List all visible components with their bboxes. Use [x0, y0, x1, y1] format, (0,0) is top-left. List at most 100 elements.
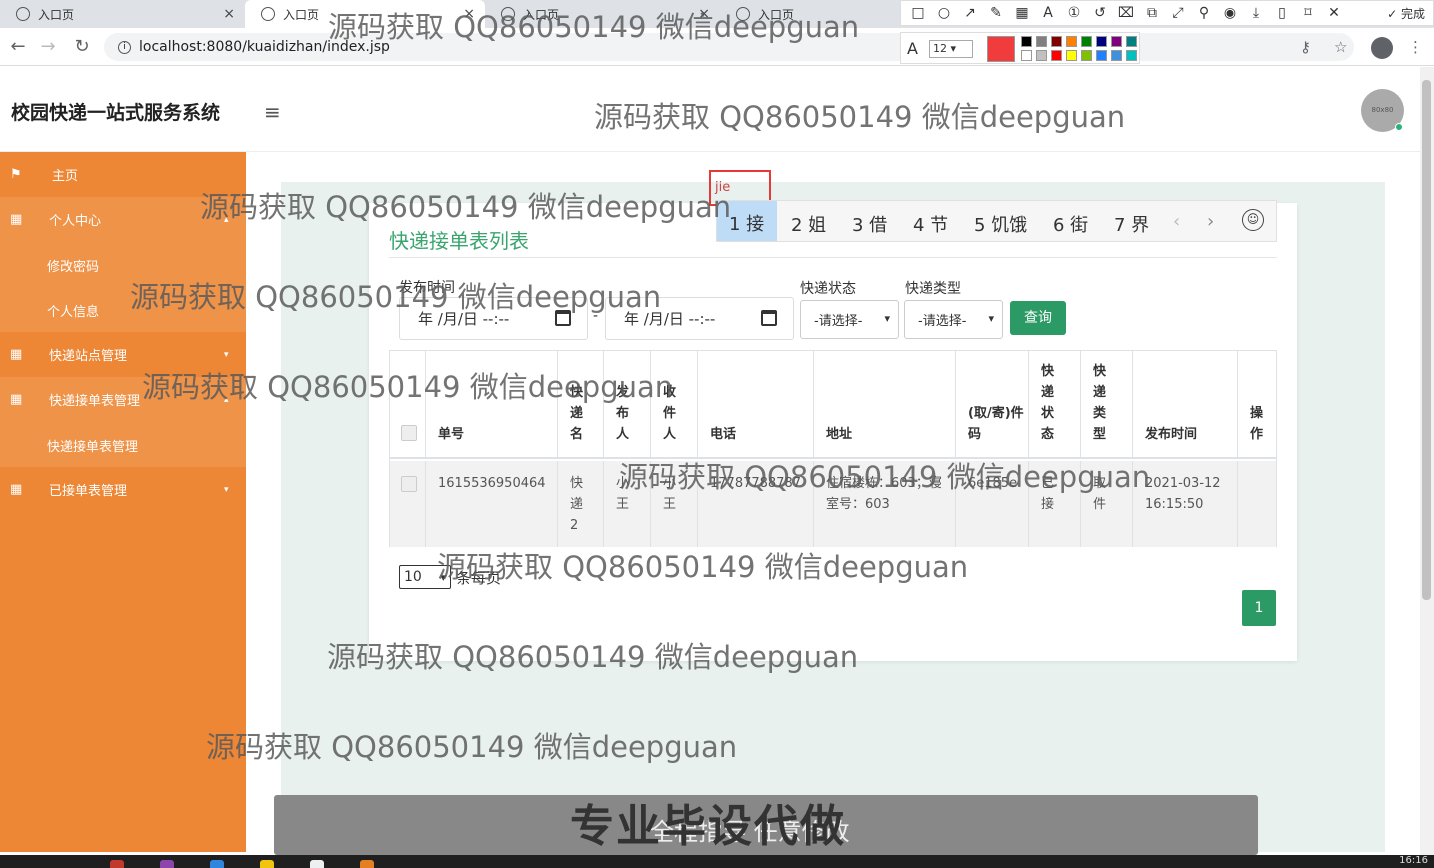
ime-candidate[interactable]: 3 借	[852, 211, 887, 237]
color-swatch[interactable]	[1096, 50, 1107, 61]
rectangle-icon[interactable]: □	[909, 5, 927, 21]
chevron-right-icon[interactable]: ›	[1207, 211, 1214, 232]
bookmark-icon[interactable]: ⌑	[1299, 5, 1317, 21]
crop-icon[interactable]: ⌧	[1117, 5, 1135, 21]
table-cell: 取件	[1081, 461, 1133, 547]
end-date-input[interactable]: 年 /月/日 --:--	[605, 297, 794, 340]
mosaic-icon[interactable]: ▦	[1013, 5, 1031, 21]
sidebar-subitem-personal-info[interactable]: 个人信息	[0, 287, 246, 332]
browser-tab[interactable]: 入口页 ×	[485, 0, 720, 28]
sidebar-item-home[interactable]: ⚑ 主页	[0, 152, 246, 197]
ime-candidate[interactable]: 7 界	[1114, 211, 1149, 237]
hamburger-icon[interactable]: ≡	[264, 100, 281, 124]
table-header: 单号	[426, 351, 558, 459]
app-icon[interactable]	[260, 860, 274, 868]
table-cell	[390, 461, 426, 547]
sidebar-item-station-management[interactable]: ▦ 快递站点管理 ▾	[0, 332, 246, 377]
expand-icon[interactable]: ⤢	[1169, 5, 1187, 21]
color-swatch[interactable]	[1111, 36, 1122, 47]
ime-candidate[interactable]: 4 节	[913, 211, 948, 237]
browser-tab[interactable]: 入口页 ×	[245, 0, 485, 28]
pin-icon[interactable]: ⚲	[1195, 5, 1213, 21]
phone-icon[interactable]: ▯	[1273, 5, 1291, 21]
app-icon[interactable]	[210, 860, 224, 868]
done-label: 完成	[1400, 7, 1425, 21]
start-date-input[interactable]: 年 /月/日 --:--	[399, 297, 588, 340]
calendar-icon[interactable]	[761, 310, 777, 326]
download-icon[interactable]: ⤓	[1247, 5, 1265, 21]
page-button[interactable]: 1	[1242, 590, 1276, 626]
color-swatch[interactable]	[1051, 50, 1062, 61]
calendar-icon[interactable]	[555, 310, 571, 326]
record-icon[interactable]: ◉	[1221, 5, 1239, 21]
more-icon[interactable]: ⋮	[1408, 38, 1423, 56]
status-select[interactable]: -请选择- ▾	[800, 300, 899, 339]
star-icon[interactable]: ☆	[1334, 38, 1347, 56]
color-swatch[interactable]	[1021, 36, 1032, 47]
info-icon[interactable]: i	[118, 40, 131, 54]
color-swatch[interactable]	[1021, 50, 1032, 61]
browser-tab[interactable]: 入口页 ×	[0, 0, 245, 28]
sidebar-subitem-order-list[interactable]: 快递接单表管理	[0, 422, 246, 467]
color-swatch[interactable]	[1066, 50, 1077, 61]
text-icon[interactable]: A	[1039, 5, 1057, 21]
ime-candidate[interactable]: 6 街	[1053, 211, 1088, 237]
query-button[interactable]: 查询	[1010, 301, 1066, 335]
color-swatch[interactable]	[1066, 36, 1077, 47]
app-icon[interactable]	[360, 860, 374, 868]
color-swatch[interactable]	[1111, 50, 1122, 61]
browser-tab[interactable]: 入口页	[720, 0, 900, 28]
reload-icon[interactable]: ↻	[70, 36, 94, 60]
back-icon[interactable]: ←	[6, 36, 30, 60]
sidebar-subitem-change-password[interactable]: 修改密码	[0, 242, 246, 287]
font-size-select[interactable]: 12 ▾	[929, 40, 973, 58]
done-button[interactable]: ✓ 完成	[1387, 5, 1425, 22]
undo-icon[interactable]: ↺	[1091, 5, 1109, 21]
type-select[interactable]: -请选择- ▾	[904, 300, 1003, 339]
annotation-palette: A 12 ▾	[900, 32, 1140, 64]
forward-icon[interactable]: →	[36, 36, 60, 60]
url-field[interactable]: i localhost:8080/kuaidizhan/index.jsp	[104, 33, 1354, 61]
color-swatch[interactable]	[1096, 36, 1107, 47]
sidebar-item-label: 个人信息	[47, 305, 100, 320]
close-icon[interactable]: ✕	[1325, 5, 1343, 21]
close-icon[interactable]: ×	[223, 6, 235, 22]
close-icon[interactable]: ×	[463, 6, 475, 22]
sidebar-item-order-management[interactable]: ▦ 快递接单表管理 ▴	[0, 377, 246, 422]
row-checkbox[interactable]	[401, 476, 417, 492]
close-icon[interactable]: ×	[698, 6, 710, 22]
emoji-icon[interactable]: ☺	[1242, 209, 1264, 231]
number-icon[interactable]: ①	[1065, 5, 1083, 21]
ime-candidate[interactable]: 5 饥饿	[974, 211, 1027, 237]
sidebar-item-personal-center[interactable]: ▦ 个人中心 ▴	[0, 197, 246, 242]
scrollbar-thumb[interactable]	[1422, 80, 1431, 600]
color-swatch[interactable]	[1081, 36, 1092, 47]
chevron-left-icon[interactable]: ‹	[1173, 211, 1180, 232]
color-swatch[interactable]	[1081, 50, 1092, 61]
color-swatch[interactable]	[1126, 36, 1137, 47]
color-swatch[interactable]	[1051, 36, 1062, 47]
page-size-label: 条每页	[456, 569, 502, 587]
pen-icon[interactable]: ✎	[987, 5, 1005, 21]
arrow-icon[interactable]: ↗	[961, 5, 979, 21]
table-header: 快递类型	[1081, 351, 1133, 459]
table-cell: 已接	[1029, 461, 1081, 547]
color-swatch[interactable]	[1036, 50, 1047, 61]
key-icon[interactable]: ⚷	[1300, 38, 1311, 56]
circle-icon[interactable]: ○	[935, 5, 953, 21]
color-swatch[interactable]	[1036, 36, 1047, 47]
app-icon[interactable]	[160, 860, 174, 868]
sidebar-item-accepted-orders[interactable]: ▦ 已接单表管理 ▾	[0, 467, 246, 512]
select-all-checkbox[interactable]	[401, 425, 417, 441]
current-color-swatch[interactable]	[987, 36, 1015, 62]
copy-icon[interactable]: ⧉	[1143, 5, 1161, 21]
ime-candidate[interactable]: 2 姐	[791, 211, 826, 237]
profile-icon[interactable]	[1371, 37, 1393, 59]
app-icon[interactable]	[110, 860, 124, 868]
color-swatch[interactable]	[1126, 50, 1137, 61]
app-icon[interactable]	[310, 860, 324, 868]
sidebar-item-label: 已接单表管理	[49, 484, 128, 499]
page-size-select[interactable]: 10 ▾	[399, 565, 451, 589]
ime-candidate[interactable]: 1 接	[717, 201, 777, 241]
table-header: 快递状态	[1029, 351, 1081, 459]
